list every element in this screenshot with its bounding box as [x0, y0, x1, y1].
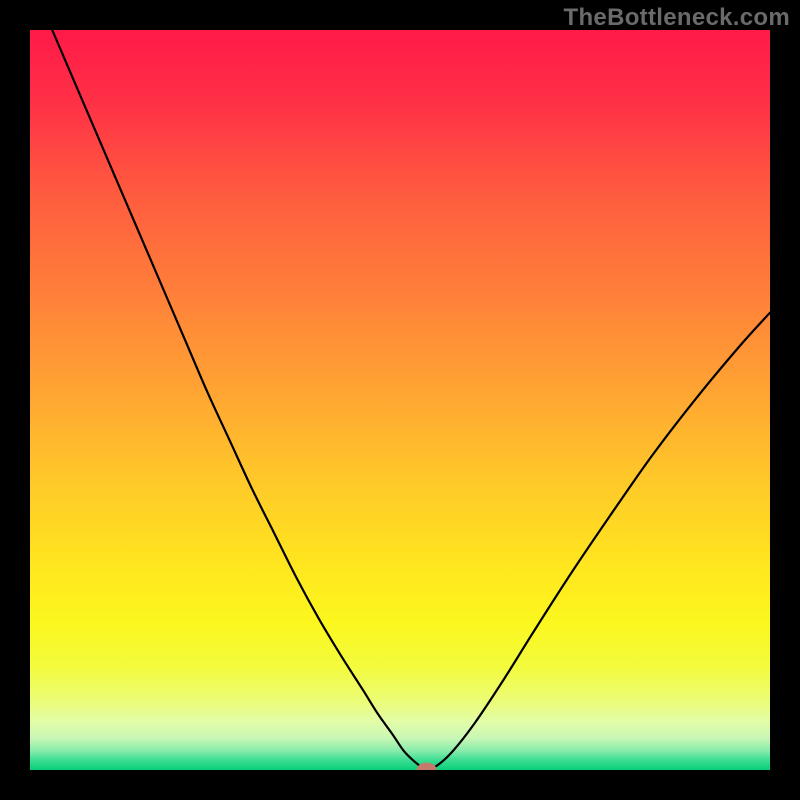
min-point-marker — [417, 763, 437, 777]
chart-svg — [0, 0, 800, 800]
chart-frame: TheBottleneck.com — [0, 0, 800, 800]
plot-background — [30, 30, 770, 770]
